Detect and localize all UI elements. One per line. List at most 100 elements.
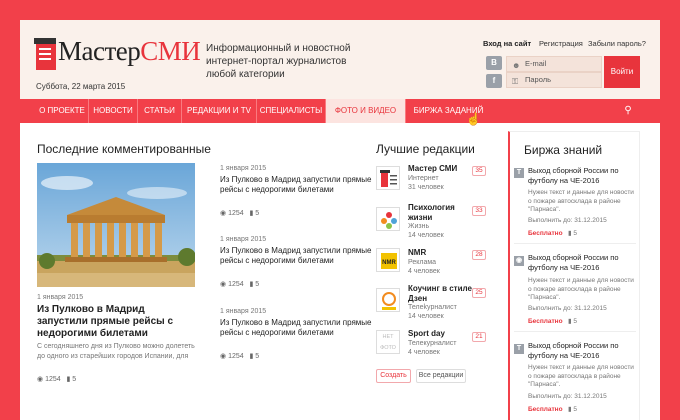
comment-icon: ▮ [66,376,71,383]
forgot-password-link[interactable]: Забыли пароль? [588,39,646,48]
exchange-title[interactable]: Выход сборной России по футболу на ЧЕ-20… [528,166,636,185]
editor-rank-badge: 28 [472,250,486,260]
nav-item-editors-tv[interactable]: РЕДАКЦИИ И TV [182,99,257,123]
comment-icon: ▮ [568,406,572,413]
eye-icon: ◉ [220,281,227,288]
divider [514,243,636,244]
article-title[interactable]: Из Пулково в Мадрид запустили прямые рей… [220,246,375,266]
editor-category: Телеkурналист [408,304,457,311]
exchange-comments: 5 [573,406,578,413]
nav-item-specialists[interactable]: СПЕЦИАЛИСТЫ [257,99,326,123]
editor-members: 4 человек [408,267,440,275]
article-date: 1 января 2015 [220,236,267,243]
editor-rank-badge: 33 [472,206,486,216]
exchange-comments: 5 [573,318,578,325]
article-stats: ◉ 1254 ▮ 5 [220,352,259,360]
editor-info: Sport day Телекурналист 4 человек [408,329,472,357]
editor-logo[interactable] [376,207,400,231]
comment-icon: ▮ [568,230,572,237]
create-editor-button[interactable]: Создать [376,369,411,383]
facebook-icon[interactable]: f [486,74,502,88]
exchange-price: Бесплатно [528,230,563,237]
hero-stats: ◉ 1254 ▮ 5 [37,375,76,383]
comment-icon: ▮ [249,281,254,288]
exchange-price: Бесплатно [528,318,563,325]
login-button[interactable]: Войти [604,56,640,88]
comment-icon: ▮ [249,353,254,360]
article-date: 1 января 2015 [220,165,267,172]
exchange-title[interactable]: Выход сборной России по футболу на ЧЕ-20… [528,341,636,360]
camera-icon: ◉ [514,256,524,266]
editor-info: Мастер СМИ Интернет 31 человек [408,164,480,192]
text-icon: T [514,168,524,178]
eye-icon: ◉ [37,376,44,383]
editor-category: Жизнь [408,223,430,230]
article-views: 1254 [228,210,244,217]
editor-name[interactable]: NMR [408,248,472,258]
exchange-desc: Нужен текст и данные для новости о пожар… [528,364,634,388]
editor-logo[interactable] [376,166,400,190]
editor-logo[interactable] [376,288,400,312]
editor-name[interactable]: Коучинг в стиле Дзен [408,284,472,303]
editor-info: NMR Реклама 4 человек [408,248,472,276]
section-title-editors: Лучшие редакции [376,142,475,156]
logo[interactable]: МастерСМИ [58,36,201,67]
page: МастерСМИ Суббота, 22 марта 2015 Информа… [20,20,660,420]
exchange-title[interactable]: Выход сборной России по футболу на ЧЕ-20… [528,253,636,272]
editor-name[interactable]: Мастер СМИ [408,164,480,174]
hand-cursor-icon: ☝ [466,112,481,126]
article-title[interactable]: Из Пулково в Мадрид запустили прямые рей… [220,318,375,338]
email-field[interactable]: ☻ E-mail [506,56,602,72]
nav-item-photo-video[interactable]: ФОТО И ВИДЕО [326,99,406,123]
exchange-desc: Нужен текст и данные для новости о пожар… [528,277,634,301]
exchange-price: Бесплатно [528,406,563,413]
article-title[interactable]: Из Пулково в Мадрид запустили прямые рей… [220,175,375,195]
exchange-desc: Нужен текст и данные для новости о пожар… [528,189,634,213]
editor-members: 14 человек [408,232,444,239]
header: МастерСМИ Суббота, 22 марта 2015 Информа… [20,20,660,99]
exchange-panel: Биржа знаний T Выход сборной России по ф… [508,131,640,420]
all-editors-button[interactable]: Все редакции [416,369,466,383]
hero-excerpt: С сегодняшнего дня из Пулково можно доле… [37,343,195,360]
editor-name[interactable]: Психология жизни [408,203,472,222]
article-comments: 5 [255,281,260,288]
editor-rank-badge: 21 [472,332,486,342]
article-comments: 5 [255,210,260,217]
nav-item-articles[interactable]: СТАТЬИ [138,99,182,123]
nav-item-news[interactable]: НОВОСТИ [89,99,138,123]
editor-members: 4 человек [408,348,440,356]
comment-icon: ▮ [249,210,254,217]
hero-comments: 5 [72,376,77,383]
hero-title[interactable]: Из Пулково в Мадрид запустили прямые рей… [37,304,197,340]
nav-item-about[interactable]: О ПРОЕКТЕ [36,99,89,123]
text-icon: T [514,344,524,354]
exchange-deadline: Выполнить до: 31.12.2015 [528,305,607,312]
editor-name[interactable]: Sport day [408,329,472,339]
editor-logo[interactable]: NMR [376,248,400,272]
register-link[interactable]: Регистрация [539,39,583,48]
svg-text:NMR: NMR [382,260,396,266]
editor-rank-badge: 35 [472,166,486,176]
eye-icon: ◉ [220,353,227,360]
email-placeholder: E-mail [525,59,547,68]
editor-logo-placeholder[interactable]: НЕТ ФОТО [376,330,400,354]
divider [514,331,636,332]
editor-members: 31 человек [408,183,444,191]
article-stats: ◉ 1254 ▮ 5 [220,280,259,288]
vk-icon[interactable]: В [486,56,502,70]
search-icon[interactable]: ⚲ [616,99,640,123]
password-placeholder: Пароль [525,75,552,84]
editor-category: Реклама [408,258,437,266]
editor-members: 14 человек [408,313,444,320]
hero-views: 1254 [45,376,61,383]
hero-date: 1 января 2015 [37,294,84,301]
login-title: Вход на сайт [483,39,532,48]
password-field[interactable]: ⚿ Пароль [506,72,602,88]
hero-image[interactable] [37,163,195,287]
exchange-footer: Бесплатно ▮ 5 [528,317,577,325]
main-nav: О ПРОЕКТЕ НОВОСТИ СТАТЬИ РЕДАКЦИИ И TV С… [20,99,660,123]
section-title-exchange: Биржа знаний [524,143,603,157]
exchange-footer: Бесплатно ▮ 5 [528,405,577,413]
comment-icon: ▮ [568,318,572,325]
article-views: 1254 [228,353,244,360]
